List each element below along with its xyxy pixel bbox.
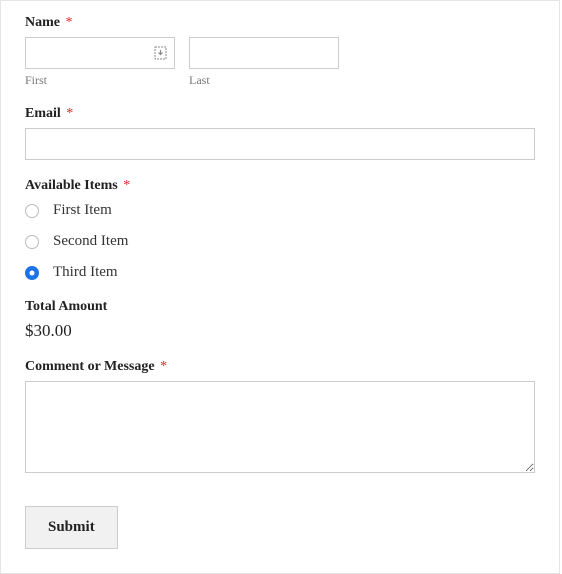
first-name-col: First [25,37,175,88]
radio-item-third[interactable]: Third Item [25,264,535,281]
radio-icon [25,235,39,249]
name-label: Name * [25,15,535,31]
email-label-text: Email [25,106,61,121]
comment-label-text: Comment or Message [25,359,155,374]
comment-textarea[interactable] [25,381,535,473]
radio-item-second[interactable]: Second Item [25,233,535,250]
radio-icon-selected [25,266,39,280]
available-items-field-group: Available Items * First Item Second Item… [25,178,535,281]
email-required-mark: * [66,106,73,121]
total-amount-label-text: Total Amount [25,299,107,314]
comment-field-group: Comment or Message * [25,359,535,478]
last-name-sublabel: Last [189,73,339,88]
radio-label: First Item [53,202,112,219]
first-name-input[interactable] [25,37,175,69]
name-field-group: Name * First Last [25,15,535,88]
available-items-required-mark: * [123,178,130,193]
email-label: Email * [25,106,535,122]
form-container: Name * First Last Email * [0,0,560,574]
total-amount-field-group: Total Amount $30.00 [25,299,535,341]
comment-label: Comment or Message * [25,359,535,375]
name-row: First Last [25,37,535,88]
submit-button[interactable]: Submit [25,506,118,549]
email-field-group: Email * [25,106,535,160]
first-name-sublabel: First [25,73,175,88]
radio-label: Second Item [53,233,128,250]
name-label-text: Name [25,15,60,30]
last-name-col: Last [189,37,339,88]
radio-list: First Item Second Item Third Item [25,202,535,281]
radio-label: Third Item [53,264,118,281]
email-input[interactable] [25,128,535,160]
last-name-input[interactable] [189,37,339,69]
comment-required-mark: * [160,359,167,374]
radio-item-first[interactable]: First Item [25,202,535,219]
name-required-mark: * [66,15,73,30]
radio-icon [25,204,39,218]
available-items-label-text: Available Items [25,178,118,193]
total-amount-label: Total Amount [25,299,535,315]
total-amount-value: $30.00 [25,321,535,341]
available-items-label: Available Items * [25,178,535,194]
